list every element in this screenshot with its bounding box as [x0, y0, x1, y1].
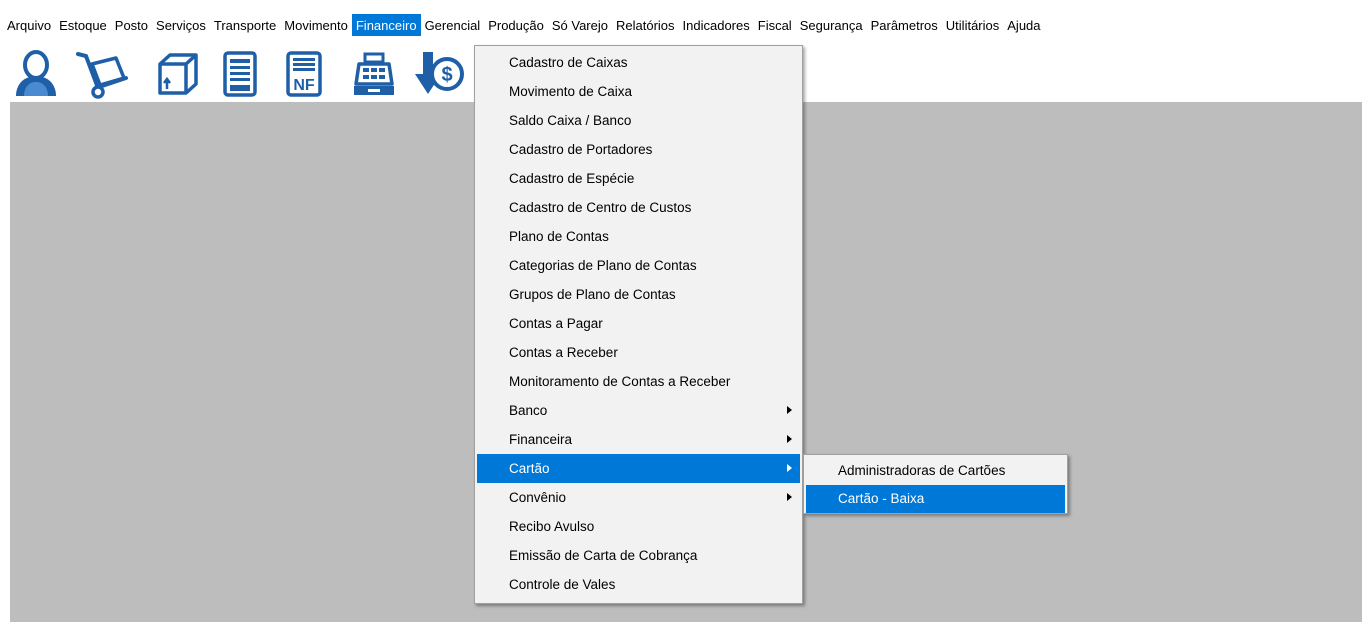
menu-producao[interactable]: Produção	[484, 14, 548, 36]
menu-relatorios[interactable]: Relatórios	[612, 14, 679, 36]
menu-item-controle-de-vales[interactable]: Controle de Vales	[477, 570, 800, 599]
menu-item-categorias-de-plano-de-contas[interactable]: Categorias de Plano de Contas	[477, 251, 800, 280]
menu-item-label: Banco	[509, 403, 548, 418]
toolbar-button-hand-truck[interactable]	[74, 46, 130, 102]
menu-item-label: Contas a Receber	[509, 345, 618, 360]
menu-ajuda[interactable]: Ajuda	[1003, 14, 1044, 36]
menu-estoque[interactable]: Estoque	[55, 14, 111, 36]
menu-bar: Arquivo Estoque Posto Serviços Transporte Mov…	[0, 14, 1362, 36]
menu-financeiro[interactable]: Financeiro	[351, 14, 421, 36]
menu-item-label: Cadastro de Espécie	[509, 171, 635, 186]
financeiro-dropdown-menu: Cadastro de Caixas Movimento de Caixa Sald…	[474, 45, 803, 604]
menu-posto[interactable]: Posto	[111, 14, 152, 36]
menu-item-movimento-de-caixa[interactable]: Movimento de Caixa	[477, 77, 800, 106]
menu-arquivo[interactable]: Arquivo	[3, 14, 55, 36]
menu-item-label: Cadastro de Portadores	[509, 142, 653, 157]
menu-item-grupos-de-plano-de-contas[interactable]: Grupos de Plano de Contas	[477, 280, 800, 309]
menu-item-label: Categorias de Plano de Contas	[509, 258, 697, 273]
menu-item-label: Plano de Contas	[509, 229, 609, 244]
submenu-arrow-icon	[787, 464, 792, 472]
toolbar-button-user[interactable]	[8, 46, 64, 102]
menu-item-label: Convênio	[509, 490, 567, 505]
menu-item-label: Monitoramento de Contas a Receber	[509, 374, 731, 389]
menu-item-label: Movimento de Caixa	[509, 84, 633, 99]
menu-item-label: Cadastro de Caixas	[509, 55, 628, 70]
toolbar-button-nf[interactable]: NF	[276, 46, 332, 102]
menu-item-label: Saldo Caixa / Banco	[509, 113, 632, 128]
menu-item-cadastro-de-centro-de-custos[interactable]: Cadastro de Centro de Custos	[477, 193, 800, 222]
menu-item-label: Financeira	[509, 432, 573, 447]
nf-icon-text: NF	[293, 77, 315, 94]
box-icon	[158, 53, 198, 95]
menu-item-monitoramento-de-contas-a-receber[interactable]: Monitoramento de Contas a Receber	[477, 367, 800, 396]
menu-utilitarios[interactable]: Utilitários	[942, 14, 1003, 36]
menu-item-cadastro-de-portadores[interactable]: Cadastro de Portadores	[477, 135, 800, 164]
menu-item-label: Grupos de Plano de Contas	[509, 287, 676, 302]
menu-item-convenio[interactable]: Convênio	[477, 483, 800, 512]
menu-item-plano-de-contas[interactable]: Plano de Contas	[477, 222, 800, 251]
submenu-arrow-icon	[787, 493, 792, 501]
submenu-arrow-icon	[787, 435, 792, 443]
toolbar-button-money[interactable]: $	[410, 46, 466, 102]
money-icon-text: $	[441, 64, 452, 86]
app-window: Arquivo Estoque Posto Serviços Transporte Mov…	[0, 0, 1362, 622]
toolbar-button-box[interactable]	[150, 46, 206, 102]
toolbar-button-cash-register[interactable]	[346, 46, 402, 102]
submenu-item-cartao-baixa[interactable]: Cartão - Baixa	[806, 485, 1065, 513]
menu-transporte[interactable]: Transporte	[210, 14, 280, 36]
menu-item-saldo-caixa-banco[interactable]: Saldo Caixa / Banco	[477, 106, 800, 135]
submenu-arrow-icon	[787, 406, 792, 414]
menu-item-financeira[interactable]: Financeira	[477, 425, 800, 454]
user-icon	[16, 50, 56, 96]
menu-item-label: Cartão - Baixa	[838, 491, 925, 506]
document-icon	[223, 51, 257, 97]
submenu-item-administradoras-de-cartoes[interactable]: Administradoras de Cartões	[806, 457, 1065, 485]
menu-item-contas-a-receber[interactable]: Contas a Receber	[477, 338, 800, 367]
menu-item-cadastro-de-caixas[interactable]: Cadastro de Caixas	[477, 48, 800, 77]
menu-item-banco[interactable]: Banco	[477, 396, 800, 425]
menu-parametros[interactable]: Parâmetros	[867, 14, 942, 36]
menu-item-label: Emissão de Carta de Cobrança	[509, 548, 698, 563]
menu-item-label: Controle de Vales	[509, 577, 616, 592]
cash-register-icon	[354, 52, 394, 95]
menu-so-varejo[interactable]: Só Varejo	[548, 14, 612, 36]
menu-item-contas-a-pagar[interactable]: Contas a Pagar	[477, 309, 800, 338]
menu-servicos[interactable]: Serviços	[152, 14, 210, 36]
menu-fiscal[interactable]: Fiscal	[754, 14, 796, 36]
menu-item-label: Contas a Pagar	[509, 316, 603, 331]
menu-seguranca[interactable]: Segurança	[796, 14, 867, 36]
menu-indicadores[interactable]: Indicadores	[679, 14, 754, 36]
money-down-arrow-icon: $	[415, 52, 464, 94]
hand-truck-icon	[76, 52, 128, 99]
menu-item-recibo-avulso[interactable]: Recibo Avulso	[477, 512, 800, 541]
cartao-submenu: Administradoras de Cartões Cartão - Baixa	[803, 454, 1068, 514]
menu-gerencial[interactable]: Gerencial	[421, 14, 485, 36]
menu-item-label: Cadastro de Centro de Custos	[509, 200, 692, 215]
menu-item-label: Administradoras de Cartões	[838, 463, 1006, 478]
menu-item-cartao[interactable]: Cartão	[477, 454, 800, 483]
menu-movimento[interactable]: Movimento	[280, 14, 352, 36]
menu-item-emissao-de-carta-de-cobranca[interactable]: Emissão de Carta de Cobrança	[477, 541, 800, 570]
nf-document-icon: NF	[286, 51, 322, 97]
menu-item-label: Cartão	[509, 461, 550, 476]
menu-item-cadastro-de-especie[interactable]: Cadastro de Espécie	[477, 164, 800, 193]
menu-item-label: Recibo Avulso	[509, 519, 595, 534]
toolbar-button-document[interactable]	[212, 46, 268, 102]
